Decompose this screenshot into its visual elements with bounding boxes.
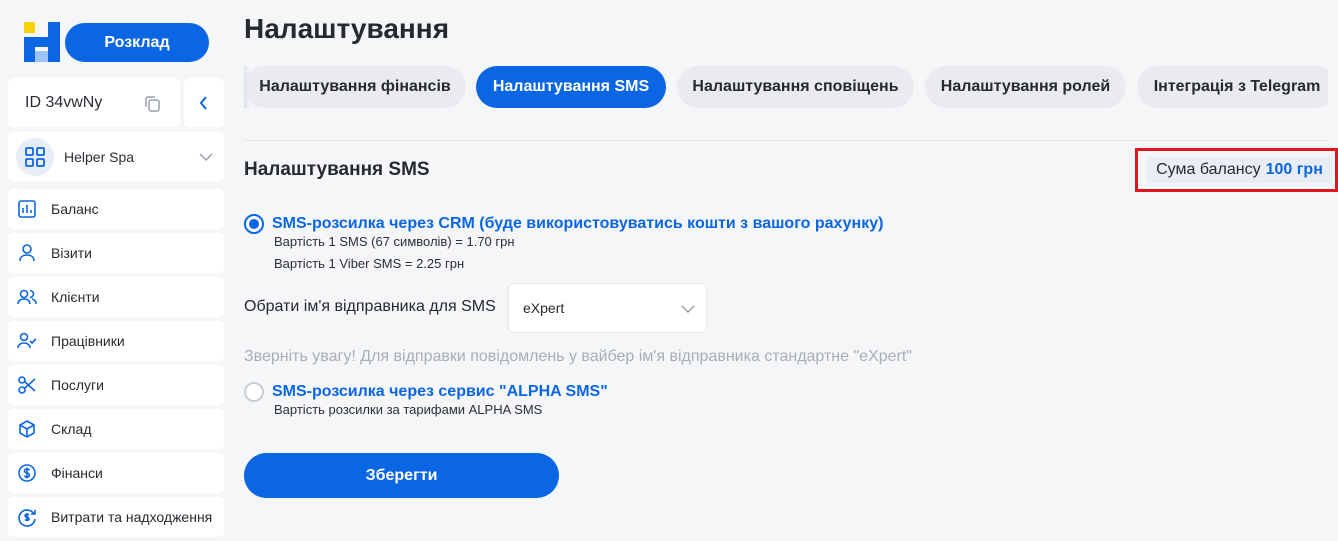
sidebar-item-label: Склад bbox=[51, 421, 92, 437]
company-selector[interactable]: Helper Spa bbox=[8, 132, 224, 181]
tab-finance-settings[interactable]: Налаштування фінансів bbox=[244, 66, 466, 108]
tab-sms-settings[interactable]: Налаштування SMS bbox=[476, 66, 666, 108]
option-crm-cost-sms: Вартість 1 SMS (67 символів) = 1.70 грн bbox=[274, 234, 515, 249]
option-alpha-title[interactable]: SMS-розсилка через сервис "ALPHA SMS" bbox=[272, 383, 608, 401]
company-name: Helper Spa bbox=[64, 148, 135, 165]
account-id-card: ID 34vwNy bbox=[8, 78, 180, 127]
balance-value: 100 грн bbox=[1265, 161, 1323, 178]
balance-badge: Сума балансу 100 грн bbox=[1147, 157, 1332, 183]
account-id: ID 34vwNy bbox=[25, 93, 103, 111]
user-check-icon bbox=[16, 330, 38, 352]
sidebar-item-label: Клієнти bbox=[51, 289, 100, 305]
radio-sms-crm[interactable] bbox=[244, 214, 264, 234]
sidebar-item-clients[interactable]: Клієнти bbox=[8, 277, 224, 317]
sender-name-value: eXpert bbox=[523, 300, 565, 316]
dollar-circle-icon bbox=[16, 462, 38, 484]
sidebar-item-label: Фінанси bbox=[51, 465, 103, 481]
balance-highlight: Сума балансу 100 грн bbox=[1135, 148, 1338, 192]
sidebar-item-label: Візити bbox=[51, 245, 92, 261]
sidebar-item-balance[interactable]: Баланс bbox=[8, 189, 224, 229]
sidebar-item-expenses-income[interactable]: Витрати та надходження bbox=[8, 497, 224, 537]
dollar-refresh-icon bbox=[16, 506, 38, 528]
sidebar-item-employees[interactable]: Працівники bbox=[8, 321, 224, 361]
sender-name-select[interactable]: eXpert bbox=[508, 283, 707, 333]
scissors-icon bbox=[16, 374, 38, 396]
save-button[interactable]: Зберегти bbox=[244, 453, 559, 498]
chart-bar-icon bbox=[16, 198, 38, 220]
copy-icon[interactable] bbox=[142, 94, 162, 114]
sidebar-item-label: Послуги bbox=[51, 377, 104, 393]
sidebar-item-visits[interactable]: Візити bbox=[8, 233, 224, 273]
users-icon bbox=[16, 286, 38, 308]
sidebar-item-label: Витрати та надходження bbox=[51, 509, 213, 525]
sidebar: Розклад ID 34vwNy Helper Spa Баланс Візи… bbox=[0, 0, 232, 541]
user-icon bbox=[16, 242, 38, 264]
divider bbox=[244, 140, 1328, 141]
section-title: Налаштування SMS bbox=[244, 159, 430, 180]
sender-name-label: Обрати ім'я відправника для SMS bbox=[244, 298, 496, 315]
sidebar-item-label: Працівники bbox=[51, 333, 125, 349]
option-crm-cost-viber: Вартість 1 Viber SMS = 2.25 грн bbox=[274, 256, 465, 271]
sidebar-item-warehouse[interactable]: Склад bbox=[8, 409, 224, 449]
logo-icon[interactable] bbox=[24, 22, 60, 62]
tabs-scroll-fade bbox=[244, 66, 250, 108]
box-icon bbox=[16, 418, 38, 440]
settings-tabs: Налаштування фінансів Налаштування SMS Н… bbox=[244, 66, 1328, 108]
grid-icon bbox=[25, 146, 45, 167]
schedule-button[interactable]: Розклад bbox=[65, 23, 209, 62]
company-avatar bbox=[16, 137, 54, 176]
collapse-sidebar-button[interactable] bbox=[184, 78, 224, 127]
chevron-left-icon bbox=[199, 95, 207, 110]
radio-sms-alpha[interactable] bbox=[244, 382, 264, 402]
tab-role-settings[interactable]: Налаштування ролей bbox=[925, 66, 1126, 108]
chevron-down-icon bbox=[199, 153, 213, 162]
page-title: Налаштування bbox=[244, 13, 450, 44]
sidebar-item-finance[interactable]: Фінанси bbox=[8, 453, 224, 493]
option-alpha-cost: Вартість розсилки за тарифами ALPHA SMS bbox=[274, 402, 543, 417]
chevron-down-icon bbox=[681, 305, 695, 314]
sidebar-item-services[interactable]: Послуги bbox=[8, 365, 224, 405]
option-crm-title[interactable]: SMS-розсилка через CRM (буде використову… bbox=[272, 215, 883, 233]
sidebar-item-label: Баланс bbox=[51, 201, 99, 217]
balance-label: Сума балансу bbox=[1156, 161, 1261, 178]
viber-notice: Зверніть увагу! Для відправки повідомлен… bbox=[244, 348, 912, 365]
tab-notification-settings[interactable]: Налаштування сповіщень bbox=[677, 66, 914, 108]
tab-telegram-integration[interactable]: Інтеграція з Telegram bbox=[1137, 66, 1328, 108]
